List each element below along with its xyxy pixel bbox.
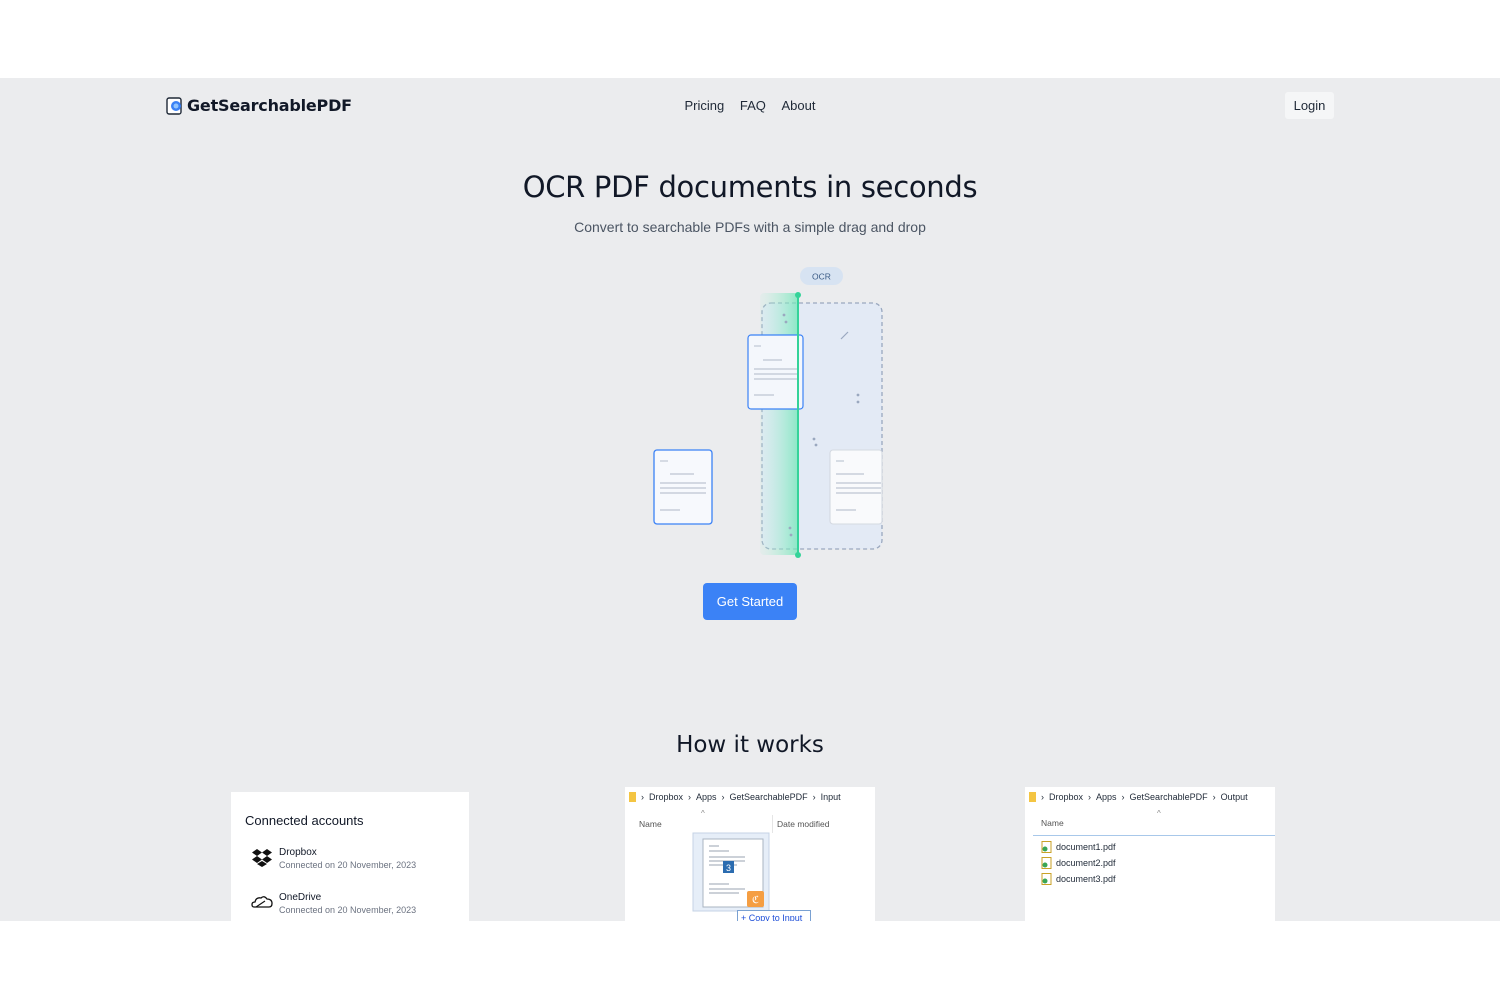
crumb-item[interactable]: Dropbox (1049, 792, 1083, 802)
document-scanning (747, 334, 804, 410)
column-date-modified[interactable]: Date modified (777, 819, 829, 829)
crumb-item[interactable]: GetSearchablePDF (730, 792, 808, 802)
svg-text:OCR: OCR (812, 272, 831, 282)
column-name[interactable]: Name (639, 819, 662, 829)
crumb-item[interactable]: GetSearchablePDF (1130, 792, 1208, 802)
nav-pricing[interactable]: Pricing (685, 98, 725, 113)
hero-subtitle: Convert to searchable PDFs with a simple… (574, 219, 926, 235)
column-name[interactable]: Name (1041, 818, 1064, 828)
nav-about[interactable]: About (782, 98, 816, 113)
document-output (829, 449, 883, 525)
connected-accounts-title: Connected accounts (245, 813, 364, 828)
input-folder-explorer: › Dropbox › Apps › GetSearchablePDF › Input … (625, 787, 875, 921)
svg-text:3: 3 (726, 863, 731, 873)
sort-caret-icon: ^ (701, 809, 705, 818)
crumb-item[interactable]: Apps (1096, 792, 1117, 802)
pdf-file-icon (1041, 841, 1052, 853)
file-name: document2.pdf (1056, 858, 1116, 868)
breadcrumb: › Dropbox › Apps › GetSearchablePDF › Output (1029, 792, 1248, 802)
folder-icon (1029, 792, 1036, 802)
file-name: document1.pdf (1056, 842, 1116, 852)
file-list: document1.pdf document2.pdf document3.pd… (1041, 839, 1116, 887)
file-row[interactable]: document1.pdf (1041, 839, 1116, 855)
onedrive-icon (251, 896, 273, 908)
account-name: Dropbox (279, 847, 317, 858)
crumb-item[interactable]: Apps (696, 792, 717, 802)
svg-text:ℭ: ℭ (752, 895, 759, 906)
crumb-item[interactable]: Dropbox (649, 792, 683, 802)
pdf-file-icon (1041, 857, 1052, 869)
scan-band (760, 293, 798, 555)
account-date: Connected on 20 November, 2023 (279, 860, 417, 870)
account-item-onedrive[interactable]: OneDrive Connected on 20 November, 2023 (251, 892, 416, 915)
output-folder-explorer: › Dropbox › Apps › GetSearchablePDF › Output… (1025, 787, 1275, 921)
folder-icon (629, 792, 636, 802)
ocr-badge: OCR (800, 267, 843, 285)
login-button[interactable]: Login (1285, 92, 1334, 119)
nav-faq[interactable]: FAQ (740, 98, 766, 113)
get-started-button[interactable]: Get Started (703, 583, 797, 620)
document-input (653, 449, 713, 525)
dragged-files-icon: 3 ℭ (692, 832, 770, 912)
account-item-dropbox[interactable]: Dropbox Connected on 20 November, 2023 (251, 847, 416, 870)
ocr-illustration: OCR (653, 267, 883, 558)
hero-title: OCR PDF documents in seconds (522, 170, 978, 204)
connected-accounts-card: Connected accounts Dropbox Connected on … (231, 792, 469, 921)
account-date: Connected on 20 November, 2023 (279, 905, 417, 915)
sort-caret-icon: ^ (1157, 809, 1161, 818)
pdf-file-icon (1041, 873, 1052, 885)
dropbox-icon (252, 849, 272, 867)
breadcrumb: › Dropbox › Apps › GetSearchablePDF › Input (629, 792, 841, 802)
copy-to-input-tooltip: + Copy to Input (737, 910, 811, 921)
file-name: document3.pdf (1056, 874, 1116, 884)
account-name: OneDrive (279, 892, 322, 903)
crumb-item[interactable]: Input (821, 792, 841, 802)
how-it-works-title: How it works (676, 732, 824, 758)
crumb-item[interactable]: Output (1221, 792, 1248, 802)
page: GetSearchablePDF Pricing FAQ About Login… (0, 78, 1500, 921)
top-nav: Pricing FAQ About (0, 98, 1500, 113)
file-row[interactable]: document3.pdf (1041, 871, 1116, 887)
file-row[interactable]: document2.pdf (1041, 855, 1116, 871)
